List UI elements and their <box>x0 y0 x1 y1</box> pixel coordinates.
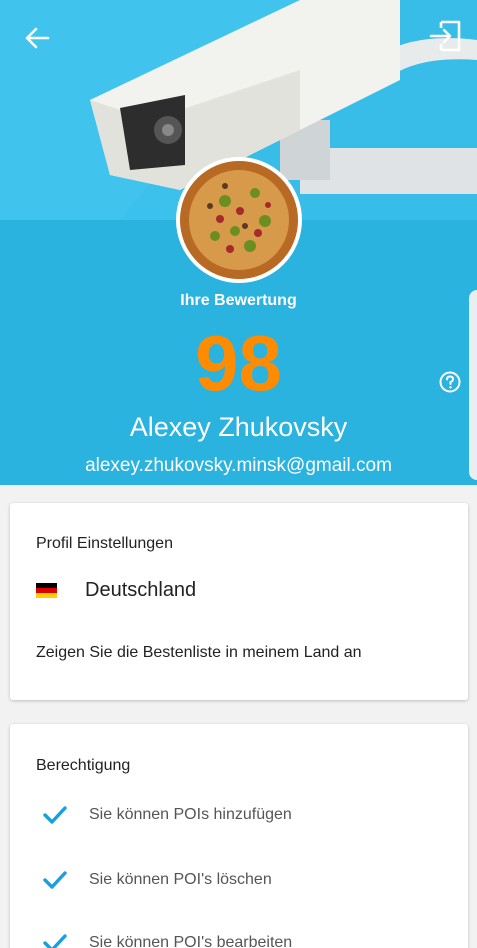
profile-settings-title: Profil Einstellungen <box>36 535 173 552</box>
permissions-card: Berechtigung Sie können POIs hinzufügen … <box>10 724 468 948</box>
permission-label: Sie können POIs hinzufügen <box>89 806 292 823</box>
avatar[interactable] <box>176 157 302 283</box>
profile-header: Ihre Bewertung 98 Alexey Zhukovsky alexe… <box>0 0 477 485</box>
question-circle-icon <box>439 371 461 393</box>
permission-item: Sie können POI's bearbeiten <box>42 932 292 948</box>
help-button[interactable] <box>438 370 462 394</box>
score-value: 98 <box>195 319 282 407</box>
user-name: Alexey Zhukovsky <box>129 412 348 442</box>
permission-item: Sie können POIs hinzufügen <box>42 804 292 826</box>
checkmark-icon <box>43 934 67 948</box>
country-name: Deutschland <box>85 579 197 601</box>
permission-label: Sie können POI's bearbeiten <box>89 934 293 948</box>
logout-button[interactable] <box>424 16 466 56</box>
back-button[interactable] <box>18 20 56 56</box>
user-email: alexey.zhukovsky.minsk@gmail.com <box>85 455 392 476</box>
exit-icon <box>429 20 461 52</box>
permissions-title: Berechtigung <box>36 757 131 774</box>
arrow-left-icon <box>25 27 50 49</box>
germany-flag-icon <box>36 583 57 598</box>
pizza-avatar-image <box>180 161 298 279</box>
score-label: Ihre Bewertung <box>180 292 297 309</box>
permission-item: Sie können POI's löschen <box>42 869 272 891</box>
permission-label: Sie können POI's löschen <box>89 871 272 888</box>
profile-settings-card: Profil Einstellungen Deutschland Zeigen … <box>10 503 468 700</box>
leaderboard-country-option[interactable]: Zeigen Sie die Bestenliste in meinem Lan… <box>36 644 362 662</box>
checkmark-icon <box>43 871 67 889</box>
checkmark-icon <box>43 806 67 824</box>
side-drawer-handle[interactable] <box>469 290 477 480</box>
country-selector[interactable]: Deutschland <box>36 579 196 602</box>
